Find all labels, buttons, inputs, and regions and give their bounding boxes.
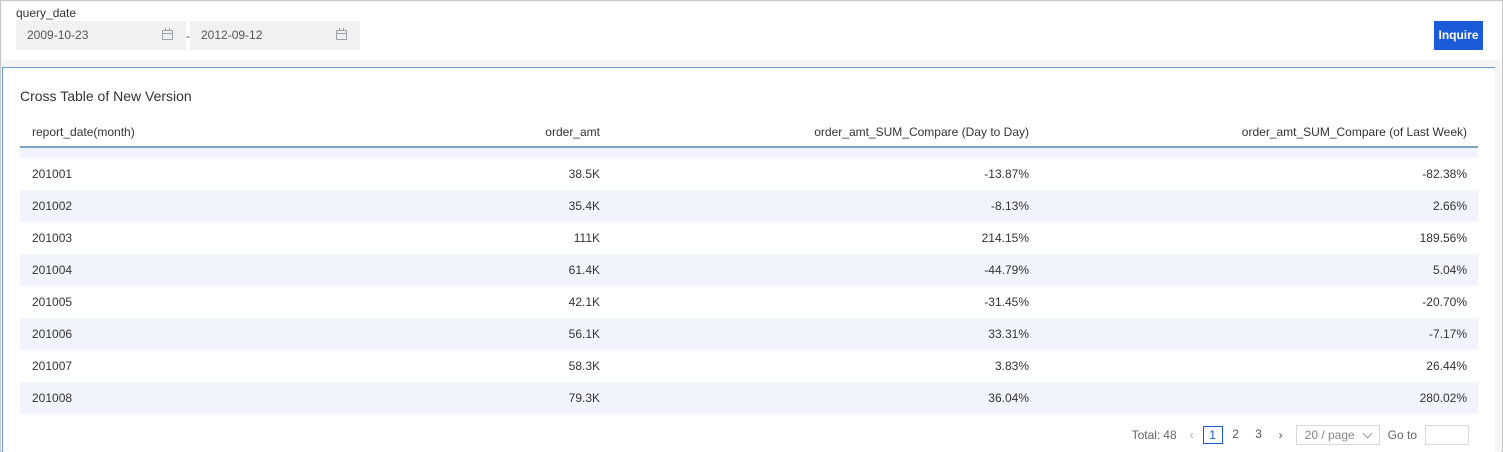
cell-compare-week: -7.17% bbox=[1428, 327, 1467, 341]
cell-compare-day: 33.31% bbox=[988, 327, 1029, 341]
cell-report-date: 201001 bbox=[32, 167, 73, 181]
cell-order-amt: 56.1K bbox=[568, 327, 600, 341]
cross-table-card: Cross Table of New Version report_date(m… bbox=[2, 67, 1496, 452]
page-button-3[interactable]: 3 bbox=[1249, 426, 1269, 444]
cell-compare-week: 5.04% bbox=[1432, 263, 1467, 277]
chevron-right-icon[interactable]: › bbox=[1276, 428, 1286, 442]
card-title: Cross Table of New Version bbox=[20, 88, 192, 104]
inquire-button[interactable]: Inquire bbox=[1434, 21, 1483, 50]
cell-compare-week: 189.56% bbox=[1419, 231, 1467, 245]
page-button-1[interactable]: 1 bbox=[1202, 426, 1223, 444]
cell-order-amt: 111K bbox=[573, 231, 600, 245]
calendar-icon[interactable] bbox=[162, 28, 173, 40]
cell-compare-week: 26.44% bbox=[1426, 359, 1467, 373]
chevron-down-icon bbox=[1362, 428, 1373, 439]
table-row: 201003 111K 214.15% 189.56% bbox=[20, 222, 1478, 254]
table-row: 201001 38.5K -13.87% -82.38% bbox=[20, 158, 1478, 190]
cell-order-amt: 58.3K bbox=[568, 359, 600, 373]
cell-order-amt: 42.1K bbox=[568, 295, 600, 309]
cell-compare-week: 280.02% bbox=[1419, 391, 1467, 405]
cell-compare-day: -44.79% bbox=[984, 263, 1029, 277]
cell-compare-week: 2.66% bbox=[1432, 199, 1467, 213]
total-label: Total: bbox=[1131, 428, 1161, 442]
start-date-input[interactable]: 2009-10-23 bbox=[16, 21, 186, 50]
goto-label: Go to bbox=[1387, 428, 1417, 442]
cell-compare-day: -13.87% bbox=[984, 167, 1029, 181]
start-date-value: 2009-10-23 bbox=[27, 28, 89, 42]
cell-order-amt: 35.4K bbox=[568, 199, 600, 213]
column-header-compare-week[interactable]: order_amt_SUM_Compare (of Last Week) bbox=[1029, 125, 1467, 139]
page-button-2[interactable]: 2 bbox=[1226, 426, 1246, 444]
cell-compare-week: -82.38% bbox=[1422, 167, 1467, 181]
goto-page-input[interactable] bbox=[1425, 425, 1469, 445]
cross-table: report_date(month) order_amt order_amt_S… bbox=[20, 118, 1478, 414]
cell-compare-week: -20.70% bbox=[1422, 295, 1467, 309]
cell-report-date: 201002 bbox=[32, 199, 73, 213]
end-date-input[interactable]: 2012-09-12 bbox=[190, 21, 360, 50]
cell-compare-day: 3.83% bbox=[994, 359, 1029, 373]
cell-order-amt: 38.5K bbox=[568, 167, 600, 181]
chevron-left-icon[interactable]: ‹ bbox=[1187, 428, 1197, 442]
column-header-order-amt[interactable]: order_amt bbox=[320, 125, 600, 139]
cell-compare-day: -31.45% bbox=[984, 295, 1029, 309]
cell-report-date: 201008 bbox=[32, 391, 73, 405]
query-date-label: query_date bbox=[16, 6, 77, 20]
table-row: 201006 56.1K 33.31% -7.17% bbox=[20, 318, 1478, 350]
cell-order-amt: 79.3K bbox=[568, 391, 600, 405]
table-row: 201007 58.3K 3.83% 26.44% bbox=[20, 350, 1478, 382]
column-header-compare-day[interactable]: order_amt_SUM_Compare (Day to Day) bbox=[600, 125, 1029, 139]
table-row: 201004 61.4K -44.79% 5.04% bbox=[20, 254, 1478, 286]
total-count: 48 bbox=[1163, 428, 1177, 442]
table-row: 201005 42.1K -31.45% -20.70% bbox=[20, 286, 1478, 318]
pagination: Total: 48 ‹ 1 2 3 › 20 / page Go to bbox=[1132, 425, 1469, 445]
cell-report-date: 201006 bbox=[32, 327, 73, 341]
column-header-report-date[interactable]: report_date(month) bbox=[20, 125, 320, 139]
page-size-value: 20 / page bbox=[1304, 428, 1355, 442]
page-size-select[interactable]: 20 / page bbox=[1295, 425, 1380, 445]
end-date-value: 2012-09-12 bbox=[201, 28, 263, 42]
cell-order-amt: 61.4K bbox=[568, 263, 600, 277]
cell-compare-day: 214.15% bbox=[981, 231, 1029, 245]
header-spacer bbox=[20, 148, 1478, 158]
cell-report-date: 201004 bbox=[32, 263, 73, 277]
cell-report-date: 201007 bbox=[32, 359, 73, 373]
vertical-scrollbar[interactable] bbox=[1495, 67, 1501, 452]
cell-compare-day: 36.04% bbox=[988, 391, 1029, 405]
table-row: 201008 79.3K 36.04% 280.02% bbox=[20, 382, 1478, 414]
table-row: 201002 35.4K -8.13% 2.66% bbox=[20, 190, 1478, 222]
report-panel: query_date 2009-10-23 - 2012-09-12 Inqui… bbox=[0, 0, 1503, 452]
table-header: report_date(month) order_amt order_amt_S… bbox=[20, 118, 1478, 148]
cell-compare-day: -8.13% bbox=[990, 199, 1029, 213]
cell-report-date: 201005 bbox=[32, 295, 73, 309]
cell-report-date: 201003 bbox=[32, 231, 73, 245]
filter-bar: query_date 2009-10-23 - 2012-09-12 Inqui… bbox=[2, 2, 1502, 60]
calendar-icon[interactable] bbox=[336, 28, 347, 40]
